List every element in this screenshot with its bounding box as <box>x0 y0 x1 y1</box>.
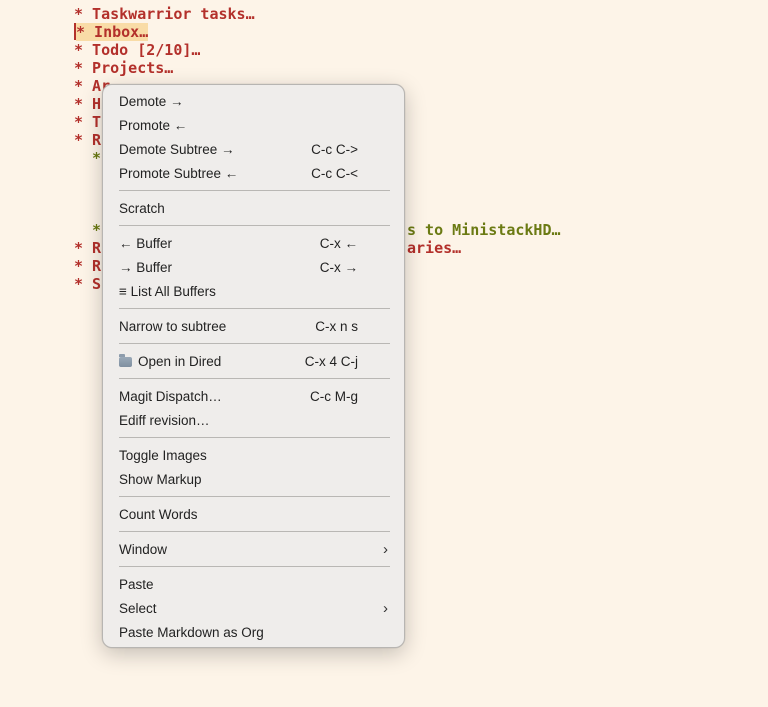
heading-h[interactable]: * H <box>74 95 101 113</box>
menu-separator <box>119 308 390 309</box>
menu-item-window[interactable]: Window › <box>103 538 406 562</box>
menu-item-label: Window <box>119 542 168 557</box>
menu-item-label: Paste Markdown as Org <box>119 625 264 640</box>
menu-separator <box>119 190 390 191</box>
menu-item-label: Ediff revision… <box>119 413 210 428</box>
menu-item-promote[interactable]: Promote ← <box>103 114 406 138</box>
menu-item-shortcut: C-c M-g <box>310 389 358 404</box>
menu-item-list-all-buffers[interactable]: ≡ List All Buffers <box>103 280 406 304</box>
menu-item-shortcut: C-c C-> <box>311 142 358 157</box>
menu-item-label: Promote ← <box>119 118 188 133</box>
menu-item-demote[interactable]: Demote → <box>103 90 406 114</box>
menu-item-select[interactable]: Select › <box>103 597 406 621</box>
menu-separator <box>119 566 390 567</box>
menu-separator <box>119 496 390 497</box>
heading-todo[interactable]: * Todo [2/10]… <box>74 41 200 59</box>
menu-item-shortcut: C-x 4 C-j <box>304 354 358 369</box>
menu-item-label: Select <box>119 601 157 616</box>
chevron-right-icon: › <box>383 541 388 558</box>
menu-item-label: ≡ List All Buffers <box>119 284 216 299</box>
menu-item-ediff-revision[interactable]: Ediff revision… <box>103 409 406 433</box>
menu-item-narrow-to-subtree[interactable]: Narrow to subtree C-x n s <box>103 315 406 339</box>
heading-r2[interactable]: * R <box>74 239 101 257</box>
menu-item-open-in-dired[interactable]: Open in Dired C-x 4 C-j <box>103 350 406 374</box>
menu-item-label: → Buffer <box>119 260 173 275</box>
menu-item-count-words[interactable]: Count Words <box>103 503 406 527</box>
menu-separator <box>119 531 390 532</box>
heading-projects[interactable]: * Projects… <box>74 59 173 77</box>
menu-item-paste[interactable]: Paste <box>103 573 406 597</box>
menu-item-label: Narrow to subtree <box>119 319 227 334</box>
menu-item-demote-subtree[interactable]: Demote Subtree → C-c C-> <box>103 138 406 162</box>
subheading-ministack-fragment: s to MinistackHD… <box>407 221 561 239</box>
menu-item-label: Open in Dired <box>138 354 222 369</box>
menu-item-label: Demote Subtree → <box>119 142 235 157</box>
heading-inbox-text: * Inbox… <box>76 23 149 41</box>
menu-item-label: Count Words <box>119 507 198 522</box>
menu-item-previous-buffer[interactable]: ← Buffer C-x ← <box>103 232 406 256</box>
menu-item-label-wrap: Open in Dired <box>119 350 221 374</box>
menu-item-shortcut: C-x n s <box>315 319 358 334</box>
heading-taskwarrior[interactable]: * Taskwarrior tasks… <box>74 5 255 23</box>
menu-item-next-buffer[interactable]: → Buffer C-x → <box>103 256 406 280</box>
menu-item-promote-subtree[interactable]: Promote Subtree ← C-c C-< <box>103 162 406 186</box>
subheading-2[interactable]: * <box>92 221 101 239</box>
menu-separator <box>119 378 390 379</box>
menu-item-magit-dispatch[interactable]: Magit Dispatch… C-c M-g <box>103 385 406 409</box>
menu-item-label: Paste <box>119 577 154 592</box>
menu-item-shortcut: C-x ← <box>319 236 358 251</box>
menu-separator <box>119 343 390 344</box>
heading-libraries-fragment: aries… <box>407 239 462 257</box>
context-menu: Demote → Promote ← Demote Subtree → C-c … <box>102 84 405 648</box>
heading-inbox[interactable]: * Inbox… <box>74 23 149 41</box>
menu-item-label: Demote → <box>119 94 184 109</box>
menu-item-label: ← Buffer <box>119 236 173 251</box>
menu-item-show-markup[interactable]: Show Markup <box>103 468 406 492</box>
menu-item-scratch[interactable]: Scratch <box>103 197 406 221</box>
menu-item-label: Promote Subtree ← <box>119 166 239 181</box>
menu-item-label: Show Markup <box>119 472 202 487</box>
menu-item-label: Scratch <box>119 201 165 216</box>
menu-item-label: Magit Dispatch… <box>119 389 222 404</box>
menu-item-shortcut: C-x → <box>319 260 358 275</box>
heading-t[interactable]: * T <box>74 113 101 131</box>
menu-separator <box>119 225 390 226</box>
chevron-right-icon: › <box>383 600 388 617</box>
menu-separator <box>119 437 390 438</box>
menu-item-label: Toggle Images <box>119 448 207 463</box>
heading-r3[interactable]: * R <box>74 257 101 275</box>
heading-r[interactable]: * R <box>74 131 101 149</box>
subheading-1[interactable]: * <box>92 149 101 167</box>
folder-icon <box>119 354 132 367</box>
menu-item-toggle-images[interactable]: Toggle Images <box>103 444 406 468</box>
menu-item-paste-markdown-as-org[interactable]: Paste Markdown as Org <box>103 621 406 645</box>
menu-item-shortcut: C-c C-< <box>311 166 358 181</box>
heading-s[interactable]: * S <box>74 275 101 293</box>
